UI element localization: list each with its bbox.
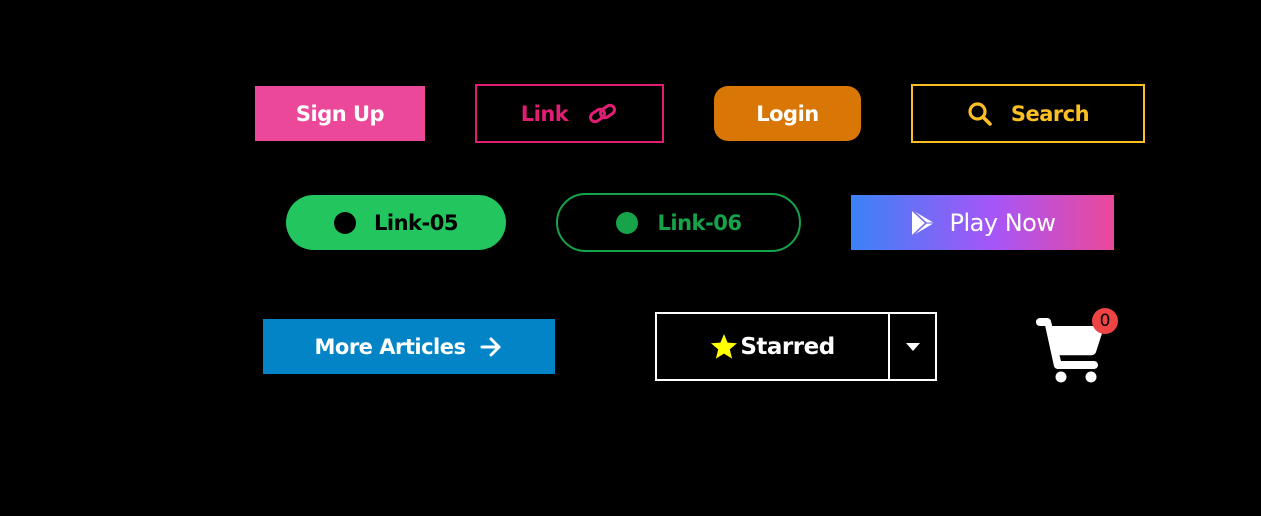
link-05-label: Link-05 bbox=[374, 210, 458, 235]
search-label: Search bbox=[1010, 101, 1090, 126]
sign-up-button[interactable]: Sign Up bbox=[255, 86, 425, 141]
caret-down-icon bbox=[905, 342, 921, 352]
starred-split-button: Starred bbox=[655, 312, 937, 381]
sign-up-label: Sign Up bbox=[295, 101, 385, 126]
search-button[interactable]: Search bbox=[911, 84, 1145, 143]
login-button[interactable]: Login bbox=[714, 86, 861, 141]
play-now-label: Play Now bbox=[949, 208, 1056, 237]
play-now-button[interactable]: Play Now bbox=[851, 195, 1114, 250]
starred-button[interactable]: Starred bbox=[655, 312, 890, 381]
shopping-cart[interactable]: 0 bbox=[1034, 308, 1120, 383]
starred-dropdown-toggle[interactable] bbox=[888, 312, 937, 381]
cart-count-badge: 0 bbox=[1092, 308, 1118, 334]
star-icon bbox=[710, 333, 738, 360]
dot-icon bbox=[615, 211, 638, 234]
link-label: Link bbox=[520, 101, 569, 126]
play-store-icon bbox=[910, 208, 936, 237]
starred-label: Starred bbox=[740, 333, 835, 360]
dot-icon bbox=[334, 211, 357, 234]
login-label: Login bbox=[756, 101, 819, 126]
link-05-button[interactable]: Link-05 bbox=[286, 195, 506, 250]
link-icon bbox=[588, 102, 618, 126]
more-articles-button[interactable]: More Articles bbox=[263, 319, 555, 374]
arrow-right-icon bbox=[479, 336, 503, 358]
link-button[interactable]: Link bbox=[475, 84, 664, 143]
search-icon bbox=[967, 101, 993, 127]
link-06-button[interactable]: Link-06 bbox=[556, 193, 801, 252]
more-articles-label: More Articles bbox=[314, 334, 466, 359]
link-06-label: Link-06 bbox=[657, 210, 742, 235]
